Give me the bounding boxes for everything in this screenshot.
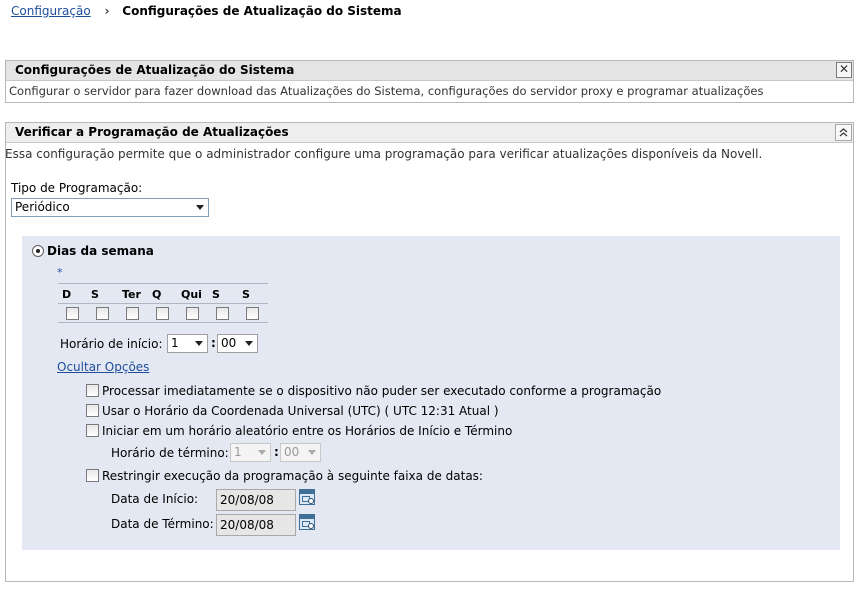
restrict-dates-label: Restringir execução da programação à seg… <box>102 469 483 483</box>
days-of-week-label: Dias da semana <box>47 244 154 258</box>
schedule-type-value: Periódico <box>15 200 70 214</box>
chevron-down-icon <box>304 444 320 461</box>
random-start-checkbox[interactable] <box>86 424 99 437</box>
end-hour-value: 1 <box>234 445 242 459</box>
days-of-week-radio[interactable] <box>32 245 44 257</box>
required-mark: * <box>57 266 63 279</box>
day-checkbox-domingo[interactable] <box>66 307 79 320</box>
panel-description: Essa configuração permite que o administ… <box>5 147 763 161</box>
end-hour-select[interactable]: 1 <box>230 443 271 462</box>
end-time-label: Horário de término: <box>111 446 229 460</box>
panel-description: Configurar o servidor para fazer downloa… <box>9 84 764 98</box>
day-header: Ter <box>122 288 141 301</box>
day-checkbox-quinta[interactable] <box>186 307 199 320</box>
random-start-label: Iniciar em um horário aleatório entre os… <box>102 424 513 438</box>
panel-title: Verificar a Programação de Atualizações <box>15 125 289 139</box>
day-checkbox-quarta[interactable] <box>156 307 169 320</box>
close-icon[interactable]: ✕ <box>836 62 852 78</box>
use-utc-label: Usar o Horário da Coordenada Universal (… <box>102 404 499 418</box>
panel-title: Configurações de Atualização do Sistema <box>15 63 295 77</box>
breadcrumb-current: Configurações de Atualização do Sistema <box>122 4 402 18</box>
time-separator: : <box>274 445 279 459</box>
start-minute-select[interactable]: 00 <box>217 334 258 353</box>
chevron-right-icon: › <box>104 4 110 18</box>
panel-header: Verificar a Programação de Atualizações <box>6 123 853 143</box>
start-date-label: Data de Início: <box>111 492 199 506</box>
chevron-down-icon <box>241 335 257 352</box>
day-header: S <box>242 288 250 301</box>
collapse-button[interactable] <box>835 124 852 141</box>
end-minute-value: 00 <box>284 445 300 459</box>
day-header: D <box>62 288 72 301</box>
schedule-type-label: Tipo de Programação: <box>11 181 143 195</box>
start-minute-value: 00 <box>221 336 237 350</box>
chevron-down-icon <box>191 335 207 352</box>
start-hour-select[interactable]: 1 <box>167 334 208 353</box>
chevron-down-icon <box>192 199 208 216</box>
day-header: Q <box>152 288 162 301</box>
process-immediately-label: Processar imediatamente se o dispositivo… <box>102 384 662 398</box>
system-update-settings-panel: Configurações de Atualização do Sistema … <box>5 60 854 103</box>
day-header: Qui <box>181 288 202 301</box>
panel-header: Configurações de Atualização do Sistema … <box>6 61 853 81</box>
schedule-type-select[interactable]: Periódico <box>11 198 209 217</box>
calendar-icon[interactable] <box>299 514 315 530</box>
breadcrumb: Configuração › Configurações de Atualiza… <box>11 4 402 18</box>
start-date-input[interactable]: 20/08/08 <box>216 489 296 511</box>
day-checkbox-terca[interactable] <box>126 307 139 320</box>
start-hour-value: 1 <box>171 336 179 350</box>
restrict-dates-checkbox[interactable] <box>86 469 99 482</box>
breadcrumb-link-configuracao[interactable]: Configuração <box>11 4 91 18</box>
day-checkbox-sabado[interactable] <box>246 307 259 320</box>
hide-options-link[interactable]: Ocultar Opções <box>57 360 149 374</box>
day-checkbox-sexta[interactable] <box>216 307 229 320</box>
day-header: S <box>91 288 99 301</box>
day-header: S <box>212 288 220 301</box>
use-utc-checkbox[interactable] <box>86 404 99 417</box>
end-date-input[interactable]: 20/08/08 <box>216 514 296 536</box>
days-table: D S Ter Q Qui S S <box>58 283 268 323</box>
time-separator: : <box>211 336 216 350</box>
process-immediately-checkbox[interactable] <box>86 384 99 397</box>
double-chevron-up-icon <box>839 128 848 137</box>
day-checkbox-segunda[interactable] <box>96 307 109 320</box>
end-date-label: Data de Término: <box>111 517 214 531</box>
end-minute-select[interactable]: 00 <box>280 443 321 462</box>
chevron-down-icon <box>254 444 270 461</box>
start-time-label: Horário de início: <box>60 337 163 351</box>
calendar-icon[interactable] <box>299 489 315 505</box>
